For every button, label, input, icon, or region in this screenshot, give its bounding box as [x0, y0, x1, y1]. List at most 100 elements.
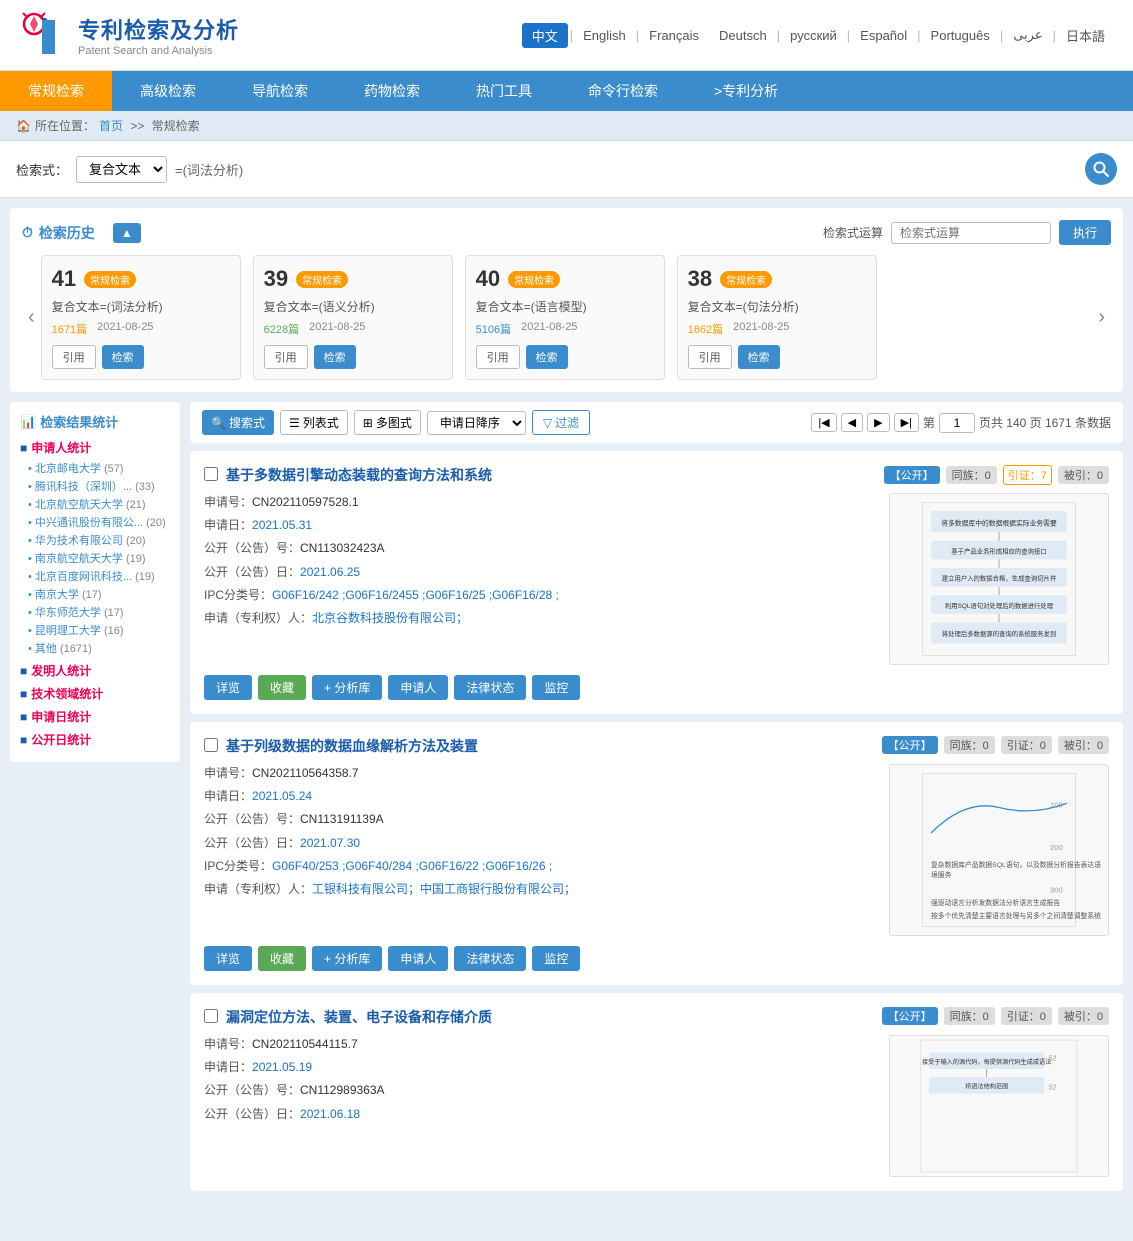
search-button[interactable]: 检索 — [314, 345, 356, 369]
page-input[interactable] — [939, 413, 975, 433]
pub-badge: 【公开】 — [884, 466, 940, 484]
patent-title-link[interactable]: 基于多数据引擎动态装载的查询方法和系统 — [226, 467, 492, 483]
patent-checkbox[interactable] — [204, 738, 218, 752]
last-page-btn[interactable]: ▶| — [894, 413, 919, 432]
card-badge: 常规检索 — [84, 271, 136, 288]
analysis-btn[interactable]: + 分析库 — [312, 946, 382, 971]
breadcrumb-home[interactable]: 首页 — [99, 117, 123, 134]
card-date: 2021-08-25 — [309, 321, 365, 337]
prev-page-btn[interactable]: ◀ — [841, 413, 863, 432]
sidebar-tech-cat[interactable]: ■ 技术领域统计 — [20, 685, 170, 702]
applicant-btn[interactable]: 申请人 — [388, 675, 448, 700]
patent-badges: 【公开】 同族：0 引证：7 被引：0 — [884, 465, 1109, 485]
lang-de[interactable]: Deutsch — [711, 28, 775, 43]
cite-badge: 引证：0 — [1001, 736, 1052, 754]
patent-checkbox[interactable] — [204, 1009, 218, 1023]
history-cards-inner: 41 常规检索 复合文本=(词法分析) 1671篇 2021-08-25 引用 … — [41, 255, 1093, 380]
sort-select[interactable]: 申请日降序 — [427, 411, 526, 435]
lang-ja[interactable]: 日本語 — [1058, 26, 1113, 45]
search-select[interactable]: 复合文本 — [76, 156, 167, 183]
same-badge: 同族：0 — [944, 736, 995, 754]
detail-btn[interactable]: 详览 — [204, 946, 252, 971]
card-badge: 常规检索 — [296, 271, 348, 288]
history-formula-input[interactable] — [891, 222, 1051, 244]
prev-arrow[interactable]: ‹ — [22, 306, 41, 329]
sidebar-applicant-cat[interactable]: ■ 申请人统计 — [20, 439, 170, 456]
sidebar-item[interactable]: • 中兴通讯股份有限公... (20) — [20, 514, 170, 530]
applicant-btn[interactable]: 申请人 — [388, 946, 448, 971]
cite-badge: 引证：0 — [1001, 1007, 1052, 1025]
monitor-btn[interactable]: 监控 — [532, 946, 580, 971]
analysis-btn[interactable]: + 分析库 — [312, 675, 382, 700]
lang-zh[interactable]: 中文 — [522, 23, 568, 48]
cite-button[interactable]: 引用 — [52, 345, 96, 369]
cited-badge: 被引：0 — [1058, 1007, 1109, 1025]
sidebar-item[interactable]: • 南京大学 (17) — [20, 586, 170, 602]
nav-command-search[interactable]: 命令行检索 — [560, 71, 686, 111]
patent-body: 申请号：CN202110564358.7 申请日：2021.05.24 公开（公… — [204, 764, 1109, 936]
search-button[interactable]: 检索 — [102, 345, 144, 369]
nav-patent-analysis[interactable]: >专利分析 — [686, 71, 806, 111]
legal-btn[interactable]: 法律状态 — [454, 946, 526, 971]
sidebar-item[interactable]: • 华为技术有限公司 (20) — [20, 532, 170, 548]
collect-btn[interactable]: 收藏 — [258, 946, 306, 971]
next-page-btn[interactable]: ▶ — [867, 413, 889, 432]
patent-title-link[interactable]: 基于列级数据的数据血缘解析方法及装置 — [226, 738, 478, 754]
nav-advanced-search[interactable]: 高级检索 — [112, 71, 224, 111]
cited-badge: 被引：0 — [1058, 736, 1109, 754]
sidebar-item[interactable]: • 北京百度网讯科技... (19) — [20, 568, 170, 584]
search-button[interactable]: 检索 — [738, 345, 780, 369]
cite-button[interactable]: 引用 — [264, 345, 308, 369]
sidebar-item[interactable]: • 其他 (1671) — [20, 640, 170, 656]
nav-drug-search[interactable]: 药物检索 — [336, 71, 448, 111]
card-badge: 常规检索 — [720, 271, 772, 288]
patent-card: 基于多数据引擎动态装载的查询方法和系统 【公开】 同族：0 引证：7 被引：0 … — [190, 451, 1123, 714]
sidebar-item[interactable]: • 南京航空航天大学 (19) — [20, 550, 170, 566]
sidebar-stats: 📊 检索结果统计 ■ 申请人统计 • 北京邮电大学 (57) • 腾讯科技（深圳… — [10, 402, 180, 762]
search-button[interactable]: 检索 — [526, 345, 568, 369]
exec-button[interactable]: 执行 — [1059, 220, 1111, 245]
lang-ru[interactable]: русский — [782, 28, 845, 43]
filter-btn[interactable]: ▽ 过滤 — [532, 410, 590, 435]
sidebar-pub-date-cat[interactable]: ■ 公开日统计 — [20, 731, 170, 748]
cite-button[interactable]: 引用 — [688, 345, 732, 369]
lang-es[interactable]: Español — [852, 28, 915, 43]
sidebar-item[interactable]: • 腾讯科技（深圳）... (33) — [20, 478, 170, 494]
history-header: ⏱ 检索历史 ▲ 检索式运算 执行 — [22, 220, 1111, 245]
sidebar-item[interactable]: • 北京航空航天大学 (21) — [20, 496, 170, 512]
lang-fr[interactable]: Français — [641, 28, 707, 43]
patent-title-link[interactable]: 漏洞定位方法、装置、电子设备和存储介质 — [226, 1009, 492, 1025]
collect-btn[interactable]: 收藏 — [258, 675, 306, 700]
multi-view-btn[interactable]: ⊞ 多图式 — [354, 410, 421, 435]
sidebar-apply-date-cat[interactable]: ■ 申请日统计 — [20, 708, 170, 725]
search-view-btn[interactable]: 🔍 搜索式 — [202, 410, 274, 435]
sidebar-inventor-cat[interactable]: ■ 发明人统计 — [20, 662, 170, 679]
card-num: 40 — [476, 266, 500, 292]
search-button[interactable] — [1085, 153, 1117, 185]
nav-guided-search[interactable]: 导航检索 — [224, 71, 336, 111]
next-arrow[interactable]: › — [1092, 306, 1111, 329]
patent-header: 基于多数据引擎动态装载的查询方法和系统 【公开】 同族：0 引证：7 被引：0 — [204, 465, 1109, 485]
history-section: ⏱ 检索历史 ▲ 检索式运算 执行 ‹ 41 常规检索 复合文本=(词法分析) … — [10, 208, 1123, 392]
nav-hot-tools[interactable]: 热门工具 — [448, 71, 560, 111]
patent-checkbox[interactable] — [204, 467, 218, 481]
history-card: 39 常规检索 复合文本=(语义分析) 6228篇 2021-08-25 引用 … — [253, 255, 453, 380]
lang-en[interactable]: English — [575, 28, 634, 43]
card-formula: 复合文本=(词法分析) — [52, 298, 230, 315]
card-count: 1662篇 — [688, 321, 723, 337]
first-page-btn[interactable]: |◀ — [811, 413, 836, 432]
nav-regular-search[interactable]: 常规检索 — [0, 71, 112, 111]
history-up-btn[interactable]: ▲ — [113, 223, 141, 243]
svg-text:52: 52 — [1048, 1083, 1056, 1092]
list-view-btn[interactable]: ☰ 列表式 — [280, 410, 348, 435]
legal-btn[interactable]: 法律状态 — [454, 675, 526, 700]
sidebar-item[interactable]: • 华东师范大学 (17) — [20, 604, 170, 620]
lang-ar[interactable]: عربی — [1005, 27, 1050, 43]
breadcrumb-location-label: 所在位置： — [35, 117, 95, 134]
detail-btn[interactable]: 详览 — [204, 675, 252, 700]
sidebar-item[interactable]: • 昆明理工大学 (16) — [20, 622, 170, 638]
sidebar-item[interactable]: • 北京邮电大学 (57) — [20, 460, 170, 476]
lang-pt[interactable]: Português — [923, 28, 998, 43]
monitor-btn[interactable]: 监控 — [532, 675, 580, 700]
cite-button[interactable]: 引用 — [476, 345, 520, 369]
